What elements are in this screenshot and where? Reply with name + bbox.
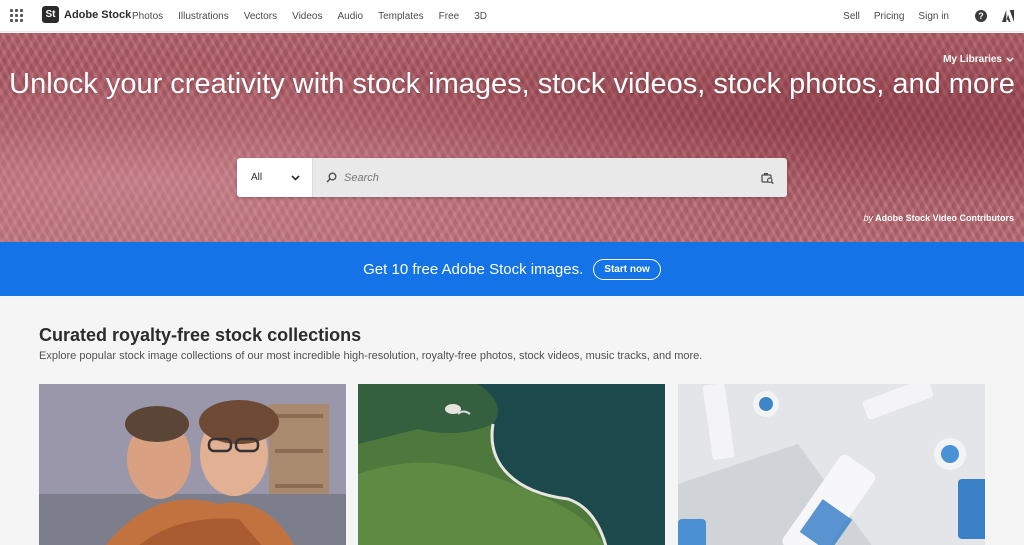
image-credit: by Adobe Stock Video Contributors — [863, 213, 1014, 223]
collection-card-product[interactable] — [678, 384, 985, 545]
brand-name: Adobe Stock — [64, 8, 132, 21]
search-input[interactable] — [344, 158, 747, 197]
help-icon[interactable]: ? — [975, 10, 987, 22]
nav-sign-in[interactable]: Sign in — [918, 11, 949, 22]
collections-title: Curated royalty-free stock collections — [39, 325, 362, 345]
search-icon — [326, 172, 337, 183]
app-grid-icon[interactable] — [10, 9, 23, 22]
nav-videos[interactable]: Videos — [292, 11, 322, 22]
collection-card-aerial[interactable] — [358, 384, 665, 545]
aerial-coastline-image — [358, 384, 665, 545]
chevron-down-icon — [291, 174, 300, 181]
nav-3d[interactable]: 3D — [474, 11, 487, 22]
credit-name[interactable]: Adobe Stock Video Contributors — [875, 213, 1014, 223]
start-now-button[interactable]: Start now — [593, 258, 661, 280]
account-nav: Sell Pricing Sign in ? — [829, 0, 1014, 32]
search-bar: All — [237, 158, 787, 197]
nav-sell[interactable]: Sell — [843, 11, 860, 22]
adobe-stock-logo-icon: St — [42, 6, 59, 23]
nav-vectors[interactable]: Vectors — [244, 11, 277, 22]
nav-pricing[interactable]: Pricing — [874, 11, 905, 22]
cosmetic-tubes-image — [678, 384, 985, 545]
visual-search-button[interactable] — [747, 158, 787, 197]
credit-prefix: by — [863, 213, 873, 223]
search-category-value: All — [251, 172, 263, 183]
nav-photos[interactable]: Photos — [132, 11, 163, 22]
nav-free[interactable]: Free — [439, 11, 460, 22]
hugging-couple-image — [39, 384, 346, 545]
collection-card-people[interactable] — [39, 384, 346, 545]
hero-banner: My Libraries Unlock your creativity with… — [0, 33, 1024, 242]
search-field — [313, 158, 787, 197]
brand-logo[interactable]: St Adobe Stock — [42, 6, 131, 23]
camera-search-icon — [760, 172, 774, 184]
collections-subtitle: Explore popular stock image collections … — [39, 350, 703, 362]
nav-templates[interactable]: Templates — [378, 11, 424, 22]
main-nav-links: Photos Illustrations Vectors Videos Audi… — [132, 0, 502, 32]
adobe-icon[interactable] — [1002, 10, 1014, 22]
promo-banner: Get 10 free Adobe Stock images. Start no… — [0, 242, 1024, 296]
top-nav: St Adobe Stock Photos Illustrations Vect… — [0, 0, 1024, 32]
search-category-select[interactable]: All — [237, 158, 313, 197]
chevron-down-icon — [1006, 56, 1014, 62]
nav-illustrations[interactable]: Illustrations — [178, 11, 229, 22]
promo-text: Get 10 free Adobe Stock images. — [363, 260, 584, 278]
hero-title: Unlock your creativity with stock images… — [9, 68, 1015, 100]
nav-audio[interactable]: Audio — [337, 11, 363, 22]
